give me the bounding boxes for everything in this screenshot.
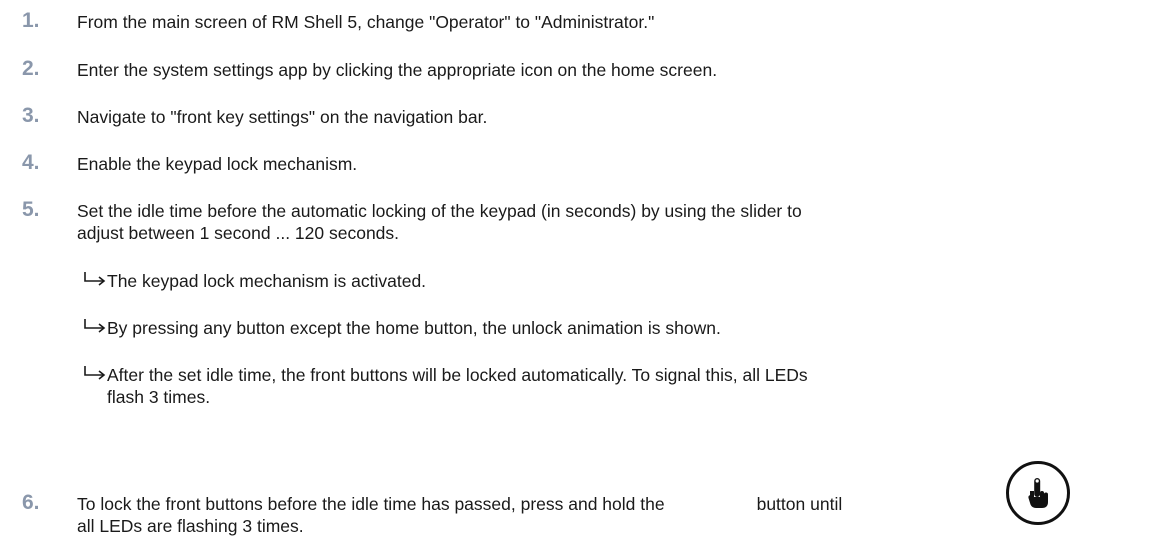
step-text: To lock the front buttons before the idl…: [77, 493, 1157, 537]
step-text: Enable the keypad lock mechanism.: [77, 154, 358, 174]
result-arrow-icon: [84, 366, 106, 380]
result-arrow-icon: [84, 272, 106, 286]
step-number: 2.: [22, 57, 40, 80]
step-text-after: button until: [756, 494, 843, 514]
step-text-line: adjust between 1 second ... 120 seconds.: [77, 223, 400, 243]
result-text: After the set idle time, the front butto…: [107, 364, 1157, 408]
step-text: Set the idle time before the automatic l…: [77, 200, 1157, 244]
result-text-line: flash 3 times.: [107, 387, 211, 407]
step-text-line: all LEDs are flashing 3 times.: [77, 516, 304, 536]
step-text-before: To lock the front buttons before the idl…: [77, 494, 665, 514]
step-text: From the main screen of RM Shell 5, chan…: [77, 12, 655, 32]
step-number: 4.: [22, 151, 40, 174]
step-number: 5.: [22, 198, 40, 221]
result-text: The keypad lock mechanism is activated.: [107, 271, 427, 291]
step-text-line: Set the idle time before the automatic l…: [77, 201, 802, 221]
step-text: Enter the system settings app by clickin…: [77, 60, 718, 80]
step-number: 3.: [22, 104, 40, 127]
press-button-icon: [1006, 461, 1070, 525]
result-text-line: After the set idle time, the front butto…: [107, 365, 808, 385]
step-number: 6.: [22, 491, 40, 514]
step-text: Navigate to "front key settings" on the …: [77, 107, 488, 127]
result-text: By pressing any button except the home b…: [107, 318, 721, 338]
step-number: 1.: [22, 9, 40, 32]
result-arrow-icon: [84, 319, 106, 333]
